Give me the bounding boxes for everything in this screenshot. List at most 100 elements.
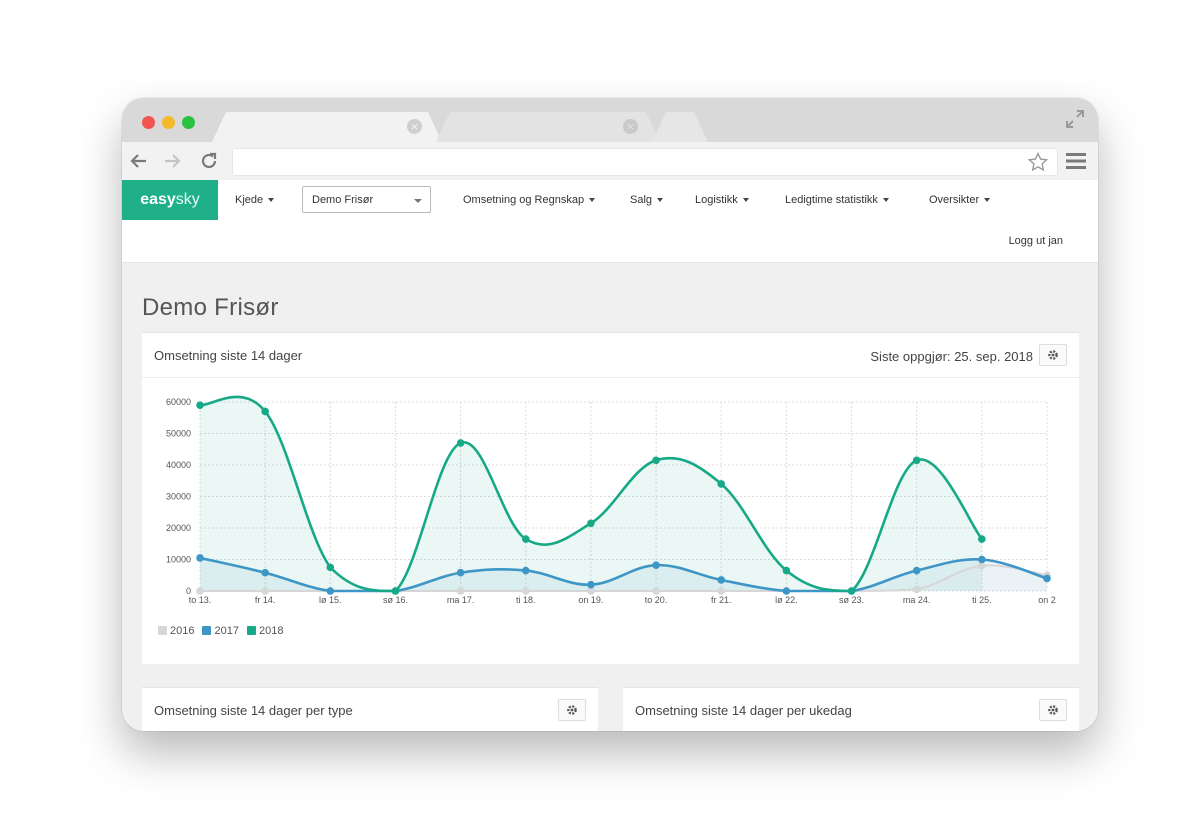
address-bar[interactable] (232, 148, 1058, 176)
legend-label: 2016 (170, 625, 195, 637)
logout-link[interactable]: Logg ut jan (1009, 235, 1063, 247)
x-tick-label: fr 21. (711, 595, 732, 605)
browser-tab-active[interactable]: × (212, 112, 442, 142)
data-point-2016 (196, 587, 204, 595)
hamburger-menu-icon[interactable] (1066, 152, 1086, 170)
new-tab-button[interactable] (652, 112, 708, 142)
data-point-2017 (196, 554, 204, 562)
back-arrow-icon[interactable] (129, 151, 149, 171)
data-point-2017 (456, 568, 465, 577)
data-point-2016 (456, 587, 465, 595)
data-point-2018 (196, 401, 204, 409)
nav-oversikter-label: Oversikter (929, 194, 980, 206)
expand-icon[interactable] (1064, 108, 1086, 130)
data-point-2016 (261, 587, 269, 595)
type-settings-button[interactable] (558, 699, 586, 721)
data-point-2018 (521, 535, 530, 543)
weekday-panel-title: Omsetning siste 14 dager per ukedag (635, 703, 852, 718)
page-title: Demo Frisør (142, 294, 279, 321)
nav-logistikk-label: Logistikk (695, 194, 738, 206)
chart-legend: 2016 2017 2018 (158, 625, 291, 637)
revenue-chart: 0100002000030000400005000060000to 13. fr … (166, 395, 1056, 605)
minimize-window-button[interactable] (162, 116, 175, 129)
caret-down-icon (268, 198, 275, 203)
type-panel-header: Omsetning siste 14 dager per type (142, 688, 598, 731)
browser-tab-inactive[interactable]: × (436, 112, 660, 142)
x-tick-label: sø 23. (839, 595, 864, 605)
close-window-button[interactable] (142, 116, 155, 129)
data-point-2018 (652, 456, 660, 465)
caret-down-icon (742, 198, 749, 203)
revenue-panel: Omsetning siste 14 dager Siste oppgjør: … (142, 332, 1079, 664)
caret-down-icon (589, 198, 596, 203)
type-panel-title: Omsetning siste 14 dager per type (154, 703, 353, 718)
brand-logo-light: sky (175, 191, 200, 208)
store-select[interactable]: Demo Frisør (302, 186, 431, 213)
x-tick-label: to 20. (645, 595, 668, 605)
legend-item-2018[interactable]: 2018 (246, 625, 284, 637)
browser-toolbar (122, 142, 1098, 180)
gear-icon (1048, 705, 1058, 715)
x-tick-label: ma 24. (903, 595, 931, 605)
data-point-2016 (652, 587, 660, 595)
top-navigation: easysky Kjede Demo Frisør Omsetning og R… (122, 180, 1098, 263)
bookmark-star-icon[interactable] (1027, 151, 1049, 173)
data-point-2018 (717, 480, 726, 488)
data-point-2016 (912, 585, 921, 594)
weekday-panel: Omsetning siste 14 dager per ukedag (623, 687, 1079, 731)
data-point-2016 (521, 587, 530, 595)
data-point-2017 (587, 580, 595, 589)
x-tick-label: ti 18. (516, 595, 536, 605)
weekday-panel-header: Omsetning siste 14 dager per ukedag (623, 688, 1079, 731)
y-tick-label: 50000 (166, 429, 191, 439)
x-tick-label: lø 22. (775, 595, 798, 605)
nav-kjede-label: Kjede (235, 194, 264, 206)
y-tick-label: 20000 (166, 523, 191, 533)
legend-label: 2017 (214, 625, 239, 637)
data-point-2017 (782, 587, 791, 595)
nav-salg-dropdown[interactable]: Salg (630, 194, 664, 206)
nav-ledigtime-label: Ledigtime statistikk (785, 194, 878, 206)
caret-down-icon (984, 198, 991, 203)
data-point-2017 (717, 576, 726, 584)
data-point-2018 (456, 439, 465, 447)
legend-label: 2018 (258, 625, 284, 637)
data-point-2018 (978, 535, 986, 543)
app-content: easysky Kjede Demo Frisør Omsetning og R… (122, 180, 1098, 731)
nav-oversikter-dropdown[interactable]: Oversikter (929, 194, 991, 206)
data-point-2017 (912, 566, 921, 575)
caret-down-icon (657, 198, 664, 203)
weekday-settings-button[interactable] (1039, 699, 1067, 721)
nav-logistikk-dropdown[interactable]: Logistikk (695, 194, 749, 206)
legend-item-2017[interactable]: 2017 (202, 625, 239, 637)
brand-logo[interactable]: easysky (122, 180, 218, 220)
tab-close-icon[interactable]: × (407, 119, 422, 134)
data-point-2018 (326, 563, 335, 572)
gear-icon (567, 705, 577, 715)
x-tick-label: on 19. (578, 595, 603, 605)
store-select-value: Demo Frisør (312, 194, 374, 206)
browser-titlebar: × × (122, 98, 1098, 142)
legend-item-2016[interactable]: 2016 (158, 625, 194, 637)
nav-kjede-dropdown[interactable]: Kjede (235, 194, 275, 206)
tab-close-icon[interactable]: × (623, 119, 638, 134)
data-point-2017 (521, 566, 530, 575)
x-tick-label: on 2 (1038, 595, 1056, 605)
nav-omsetning-dropdown[interactable]: Omsetning og Regnskap (463, 194, 596, 206)
x-tick-label: ma 17. (447, 595, 475, 605)
caret-down-icon (882, 198, 889, 203)
y-tick-label: 60000 (166, 397, 191, 407)
legend-swatch (158, 626, 167, 635)
brand-logo-bold: easy (140, 191, 176, 208)
nav-ledigtime-dropdown[interactable]: Ledigtime statistikk (785, 194, 889, 206)
x-tick-label: to 13. (189, 595, 212, 605)
reload-icon[interactable] (199, 151, 219, 171)
forward-arrow-icon[interactable] (162, 151, 182, 171)
maximize-window-button[interactable] (182, 116, 195, 129)
type-panel: Omsetning siste 14 dager per type (142, 687, 598, 731)
y-tick-label: 40000 (166, 460, 191, 470)
browser-window: × × easysky Kjede Demo Frisør Omsetning … (122, 98, 1098, 731)
legend-swatch (246, 626, 256, 635)
x-tick-label: ti 25. (972, 595, 992, 605)
revenue-settings-button[interactable] (1039, 344, 1067, 366)
